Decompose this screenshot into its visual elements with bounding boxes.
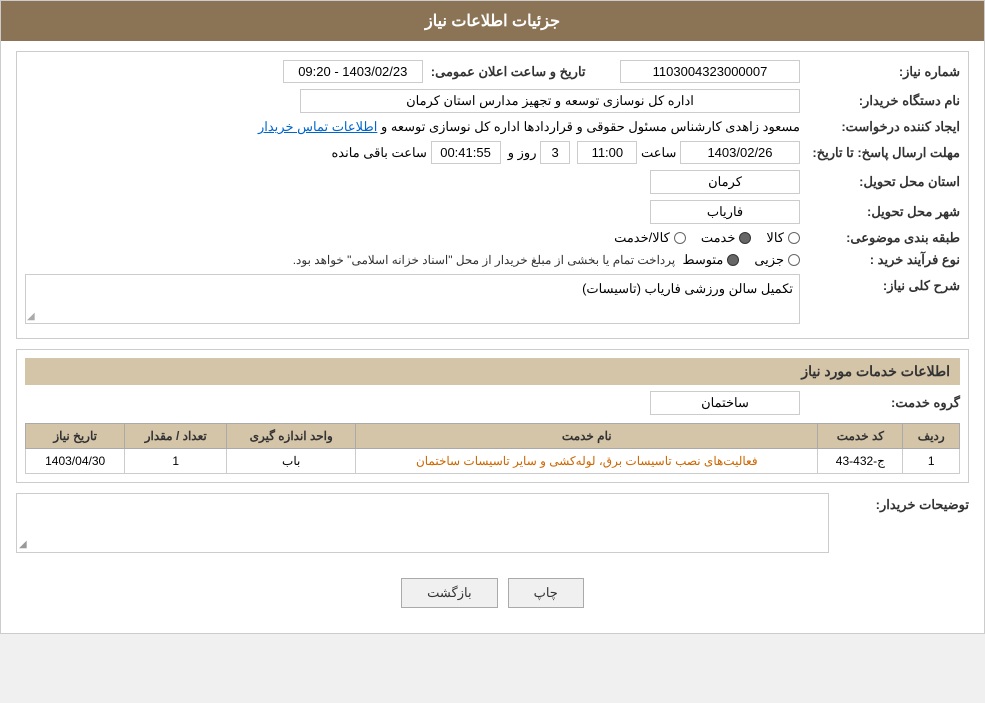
row-deadline: مهلت ارسال پاسخ: تا تاریخ: 1403/02/26 سا… bbox=[25, 141, 960, 164]
category-label: طبقه بندی موضوعی: bbox=[800, 230, 960, 246]
resize-handle-desc: ◢ bbox=[27, 311, 35, 322]
response-time: 11:00 bbox=[577, 141, 637, 164]
table-row: 1 ج-432-43 فعالیت‌های نصب تاسیسات برق، ل… bbox=[26, 449, 960, 474]
main-content: شماره نیاز: 1103004323000007 تاریخ و ساع… bbox=[1, 41, 984, 633]
page-wrapper: جزئیات اطلاعات نیاز شماره نیاز: 11030043… bbox=[0, 0, 985, 634]
buyer-org-label: نام دستگاه خریدار: bbox=[800, 93, 960, 109]
response-date: 1403/02/26 bbox=[680, 141, 800, 164]
service-group-value: ساختمان bbox=[650, 391, 800, 415]
col-header-code: کد خدمت bbox=[818, 424, 903, 449]
cell-date: 1403/04/30 bbox=[26, 449, 125, 474]
services-table-header-row: ردیف کد خدمت نام خدمت واحد اندازه گیری ت… bbox=[26, 424, 960, 449]
date-label: تاریخ و ساعت اعلان عمومی: bbox=[423, 64, 586, 80]
page-header: جزئیات اطلاعات نیاز bbox=[1, 1, 984, 41]
date-value: 1403/02/23 - 09:20 bbox=[283, 60, 423, 83]
services-table-body: 1 ج-432-43 فعالیت‌های نصب تاسیسات برق، ل… bbox=[26, 449, 960, 474]
province-value: کرمان bbox=[650, 170, 800, 194]
creator-value: مسعود زاهدی کارشناس مسئول حقوقی و قراردا… bbox=[381, 119, 800, 135]
need-details-section: شماره نیاز: 1103004323000007 تاریخ و ساع… bbox=[16, 51, 969, 339]
row-buyer-comments: توضیحات خریدار: ◢ bbox=[16, 493, 969, 553]
purchase-desc: پرداخت تمام یا بخشی از مبلغ خریدار از مح… bbox=[293, 253, 676, 267]
category-khedmat-label: خدمت bbox=[701, 230, 736, 246]
services-section: اطلاعات خدمات مورد نیاز گروه خدمت: ساختم… bbox=[16, 349, 969, 483]
buttons-row: چاپ بازگشت bbox=[16, 563, 969, 623]
row-creator: ایجاد کننده درخواست: مسعود زاهدی کارشناس… bbox=[25, 119, 960, 135]
general-desc-box: تکمیل سالن ورزشی فاریاب (تاسیسات) bbox=[25, 274, 800, 324]
category-khedmat-item: خدمت bbox=[701, 230, 752, 246]
row-need-number: شماره نیاز: 1103004323000007 تاریخ و ساع… bbox=[25, 60, 960, 83]
col-header-date: تاریخ نیاز bbox=[26, 424, 125, 449]
print-button[interactable]: چاپ bbox=[508, 578, 584, 608]
row-province: استان محل تحویل: کرمان bbox=[25, 170, 960, 194]
row-service-group: گروه خدمت: ساختمان bbox=[25, 391, 960, 415]
back-button[interactable]: بازگشت bbox=[401, 578, 497, 608]
buyer-org-value: اداره کل نوسازی توسعه و تجهیز مدارس استا… bbox=[300, 89, 800, 113]
col-header-unit: واحد اندازه گیری bbox=[227, 424, 356, 449]
row-city: شهر محل تحویل: فاریاب bbox=[25, 200, 960, 224]
cell-code: ج-432-43 bbox=[818, 449, 903, 474]
category-kala-item: کالا bbox=[766, 230, 800, 246]
page-title: جزئیات اطلاعات نیاز bbox=[425, 13, 560, 30]
category-kala-radio[interactable] bbox=[788, 232, 800, 244]
services-section-title: اطلاعات خدمات مورد نیاز bbox=[25, 358, 960, 385]
services-table-section: ردیف کد خدمت نام خدمت واحد اندازه گیری ت… bbox=[25, 423, 960, 474]
cell-quantity: 1 bbox=[125, 449, 227, 474]
purchase-jozvi-label: جزیی bbox=[754, 252, 784, 268]
province-label: استان محل تحویل: bbox=[800, 174, 960, 190]
col-header-rownum: ردیف bbox=[903, 424, 960, 449]
purchase-mottaset-radio[interactable] bbox=[727, 254, 739, 266]
purchase-type-radio-group: جزیی متوسط bbox=[682, 252, 800, 268]
row-general-desc: شرح کلی نیاز: تکمیل سالن ورزشی فاریاب (ت… bbox=[25, 274, 960, 324]
creator-label: ایجاد کننده درخواست: bbox=[800, 119, 960, 135]
category-khedmat-radio[interactable] bbox=[739, 232, 751, 244]
col-header-name: نام خدمت bbox=[356, 424, 818, 449]
response-time-label: ساعت bbox=[641, 145, 676, 161]
need-number-value: 1103004323000007 bbox=[620, 60, 800, 83]
row-purchase-type: نوع فرآیند خرید : جزیی متوسط پرداخت تمام… bbox=[25, 252, 960, 268]
row-buyer-org: نام دستگاه خریدار: اداره کل نوسازی توسعه… bbox=[25, 89, 960, 113]
buyer-comments-resize: ◢ bbox=[19, 539, 27, 550]
days-value: 3 bbox=[540, 141, 570, 164]
need-number-label: شماره نیاز: bbox=[800, 64, 960, 80]
services-table-head: ردیف کد خدمت نام خدمت واحد اندازه گیری ت… bbox=[26, 424, 960, 449]
purchase-type-label: نوع فرآیند خرید : bbox=[800, 252, 960, 268]
purchase-jozvi-radio[interactable] bbox=[788, 254, 800, 266]
cell-name: فعالیت‌های نصب تاسیسات برق، لوله‌کشی و س… bbox=[356, 449, 818, 474]
services-table: ردیف کد خدمت نام خدمت واحد اندازه گیری ت… bbox=[25, 423, 960, 474]
row-category: طبقه بندی موضوعی: کالا خدمت کالا/خدمت bbox=[25, 230, 960, 246]
deadline-label: مهلت ارسال پاسخ: تا تاریخ: bbox=[800, 145, 960, 161]
general-desc-label: شرح کلی نیاز: bbox=[800, 274, 960, 294]
remaining-label: ساعت باقی مانده bbox=[332, 145, 427, 161]
col-header-quantity: تعداد / مقدار bbox=[125, 424, 227, 449]
category-kala-label: کالا bbox=[766, 230, 784, 246]
category-kala-khedmat-item: کالا/خدمت bbox=[614, 230, 686, 246]
days-label: روز و bbox=[508, 145, 537, 161]
purchase-jozvi-item: جزیی bbox=[754, 252, 800, 268]
city-label: شهر محل تحویل: bbox=[800, 204, 960, 220]
remaining-value: 00:41:55 bbox=[431, 141, 501, 164]
creator-contact-link[interactable]: اطلاعات تماس خریدار bbox=[258, 119, 377, 135]
category-kala-khedmat-radio[interactable] bbox=[674, 232, 686, 244]
buyer-comments-box[interactable]: ◢ bbox=[16, 493, 829, 553]
cell-rownum: 1 bbox=[903, 449, 960, 474]
category-radio-group: کالا خدمت کالا/خدمت bbox=[614, 230, 800, 246]
purchase-mottaset-item: متوسط bbox=[682, 252, 739, 268]
purchase-mottaset-label: متوسط bbox=[682, 252, 723, 268]
service-group-label: گروه خدمت: bbox=[800, 395, 960, 411]
city-value: فاریاب bbox=[650, 200, 800, 224]
cell-unit: باب bbox=[227, 449, 356, 474]
general-desc-value: تکمیل سالن ورزشی فاریاب (تاسیسات) bbox=[582, 281, 793, 296]
category-kala-khedmat-label: کالا/خدمت bbox=[614, 230, 670, 246]
buyer-comments-label: توضیحات خریدار: bbox=[829, 493, 969, 513]
